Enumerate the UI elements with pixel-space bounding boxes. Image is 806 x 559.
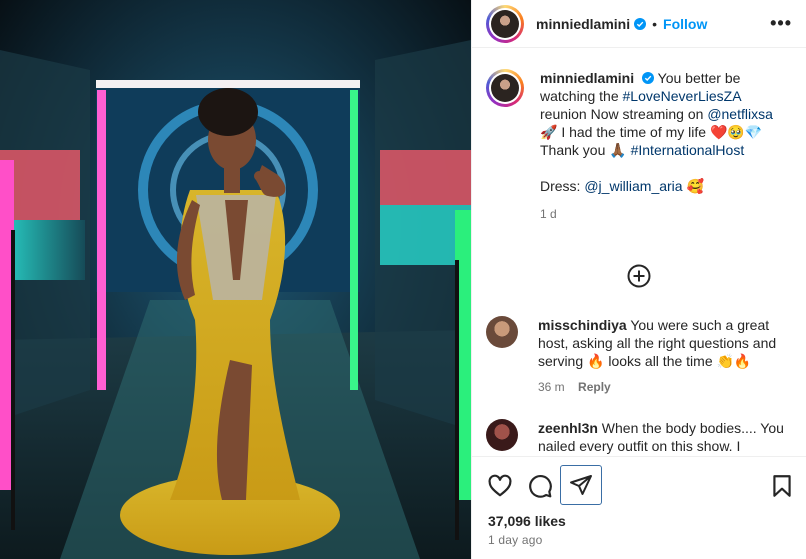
caption-avatar[interactable] xyxy=(486,69,524,107)
reply-button[interactable]: Reply xyxy=(578,380,611,394)
separator-dot: • xyxy=(652,15,658,32)
comment-bubble-icon[interactable] xyxy=(527,473,553,499)
post-image xyxy=(0,0,471,559)
caption-username[interactable]: minniedlamini xyxy=(540,70,634,86)
more-options-icon[interactable]: ••• xyxy=(770,13,792,34)
caption-segment: 🚀 I had the time of my life ❤️🥹💎 xyxy=(540,124,763,140)
comment-text: zeenhl3n When the body bodies.... You na… xyxy=(538,419,796,455)
commenter-avatar[interactable] xyxy=(486,316,518,348)
bookmark-icon[interactable] xyxy=(769,473,795,499)
caption-segment: 🥰 xyxy=(682,178,704,194)
comment-meta: 36 m Reply xyxy=(538,378,796,396)
likes-count[interactable]: 37,096 likes xyxy=(488,513,566,529)
commenter-avatar[interactable] xyxy=(486,419,518,451)
caption-line: Dress: @j_william_aria 🥰 xyxy=(540,177,780,195)
post-timestamp[interactable]: 1 day ago xyxy=(488,533,543,547)
verified-badge-icon xyxy=(634,17,647,30)
caption-segment: reunion Now streaming on xyxy=(540,106,708,122)
comment-username[interactable]: misschindiya xyxy=(538,317,627,333)
post-header: minniedlamini • Follow ••• xyxy=(472,0,806,48)
comments-scroll-area[interactable]: minniedlamini You better be watching the… xyxy=(472,49,806,456)
post-detail-panel: minniedlamini • Follow ••• minniedlamini xyxy=(471,0,806,559)
caption-line: Thank you 🙏🏾 #InternationalHost xyxy=(540,141,780,159)
comment-username[interactable]: zeenhl3n xyxy=(538,420,598,436)
caption-text: minniedlamini You better be watching the… xyxy=(540,69,780,141)
hashtag-link[interactable]: #LoveNeverLiesZA xyxy=(623,88,741,104)
paper-plane-icon xyxy=(570,475,592,495)
comment-item: misschindiya You were such a great host,… xyxy=(486,316,796,396)
plus-circle-icon[interactable] xyxy=(627,264,651,288)
mention-link[interactable]: @netflixsa xyxy=(707,106,773,122)
mention-link[interactable]: @j_william_aria xyxy=(584,178,682,194)
post-caption: minniedlamini You better be watching the… xyxy=(472,49,806,223)
caption-timestamp[interactable]: 1 d xyxy=(540,205,780,223)
heart-icon[interactable] xyxy=(487,473,513,499)
caption-segment: Dress: xyxy=(540,178,585,194)
verified-badge-icon xyxy=(642,72,655,84)
caption-segment: Thank you 🙏🏾 xyxy=(540,142,631,158)
author-avatar[interactable] xyxy=(486,4,524,43)
author-username[interactable]: minniedlamini xyxy=(536,16,630,32)
comment-timestamp[interactable]: 36 m xyxy=(538,380,565,394)
follow-button[interactable]: Follow xyxy=(663,16,707,32)
comment-item: zeenhl3n When the body bodies.... You na… xyxy=(486,419,796,455)
share-button[interactable] xyxy=(560,465,602,505)
post-photo[interactable] xyxy=(0,0,471,559)
comment-text: misschindiya You were such a great host,… xyxy=(538,316,796,370)
hashtag-link[interactable]: #InternationalHost xyxy=(631,142,745,158)
action-bar xyxy=(472,456,806,512)
